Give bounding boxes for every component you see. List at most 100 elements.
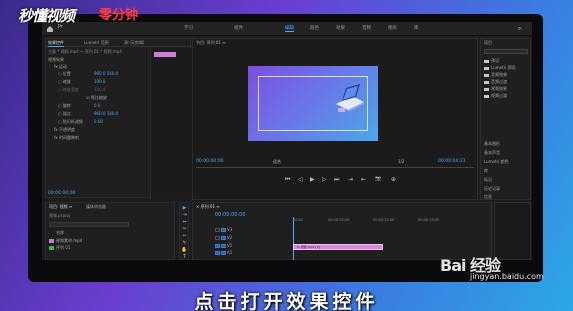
effect-row-opacity[interactable]: fx 不透明度 — [54, 127, 75, 133]
resolution-select[interactable]: 1/2 — [398, 159, 404, 164]
workspace-tab[interactable]: 学习 — [184, 25, 193, 31]
workspace-tab[interactable]: 效果 — [336, 25, 345, 31]
effects-panel-title[interactable]: 项目 — [484, 40, 492, 46]
step-back-icon[interactable]: ◁ — [298, 176, 303, 183]
effect-row-antiflicker[interactable]: ○ 防闪烁滤镜 — [58, 119, 83, 125]
program-ruler[interactable] — [196, 167, 474, 171]
ripple-edit-tool-icon[interactable]: ⇔ — [181, 219, 188, 226]
effects-folder[interactable]: 音频过渡 — [484, 79, 507, 85]
folder-icon — [484, 94, 489, 98]
project-path: 视频.prproj — [49, 213, 71, 218]
effects-search-input[interactable] — [484, 49, 528, 54]
effects-folder[interactable]: 预设 — [484, 58, 499, 64]
anchor-value[interactable]: 960.0 540.0 — [94, 111, 118, 116]
effect-row-scale[interactable]: ○ 缩放 — [58, 79, 71, 85]
effects-folder[interactable]: 音频效果 — [484, 72, 507, 78]
effects-folder[interactable]: 视频过渡 — [484, 93, 507, 99]
add-button-icon[interactable]: ⊕ — [391, 176, 396, 183]
tab-media-browser[interactable]: 媒体浏览器 — [86, 204, 106, 210]
panel-link[interactable]: Lumetri 颜色 — [484, 159, 509, 165]
antiflicker-value[interactable]: 0.00 — [94, 119, 103, 124]
workspace-tab[interactable]: 图形 — [388, 25, 397, 31]
source-patch-icon[interactable] — [215, 244, 220, 248]
fit-select[interactable]: 适合 — [273, 159, 281, 165]
selection-tool-icon[interactable]: ▶ — [181, 205, 188, 212]
timeline-timecode[interactable]: 00:00:00:00 — [215, 212, 246, 218]
panel-link[interactable]: 基本声音 — [484, 150, 500, 156]
program-title[interactable]: 节目: 序列 01 ≡ — [196, 40, 226, 46]
panel-link[interactable]: 信息 — [484, 194, 492, 200]
pen-tool-icon[interactable]: ✎ — [181, 240, 188, 247]
brand-watermark: 秒懂视频 — [18, 7, 75, 25]
effects-folder[interactable]: Lumetri 预设 — [484, 65, 516, 71]
razor-tool-icon[interactable]: ✂ — [181, 226, 188, 233]
tab-lumetri-scopes[interactable]: Lumetri 范围 — [84, 40, 109, 46]
tab-project[interactable]: 项目: 视频 ≡ — [49, 204, 72, 210]
time-tick: 00:00:10:00 — [373, 218, 395, 222]
scale-value[interactable]: 100.0 — [94, 79, 105, 84]
playhead[interactable] — [293, 217, 294, 260]
go-to-in-icon[interactable]: ⏮ — [285, 176, 290, 184]
project-search-input[interactable] — [49, 222, 129, 227]
track-header-a1[interactable]: A1 — [215, 250, 232, 255]
column-name-header[interactable]: 名称 — [56, 230, 64, 236]
folder-icon — [484, 80, 489, 84]
sync-icon[interactable] — [221, 244, 226, 248]
video-thumb-icon — [49, 239, 54, 243]
camera-icon[interactable]: 📷 — [375, 176, 381, 182]
effect-row-uniform-scale[interactable]: ☑ 等比缩放 — [86, 95, 107, 101]
scale-width-value[interactable]: 100.0 — [94, 87, 105, 92]
panel-link[interactable]: 库 — [484, 168, 488, 174]
type-tool-icon[interactable]: T — [181, 254, 188, 260]
effect-row-rotation[interactable]: ○ 旋转 — [58, 103, 71, 109]
effect-controls-timecode[interactable]: 00:00:00:00 — [48, 191, 75, 196]
source-patch-icon[interactable] — [215, 251, 220, 255]
tab-effect-controls[interactable]: 效果控件 — [48, 40, 64, 47]
workspace-tab[interactable]: 组件 — [234, 25, 243, 31]
go-to-out-icon[interactable]: ⏭ — [334, 176, 339, 184]
lock-icon[interactable] — [215, 228, 220, 232]
track-header-v2[interactable]: V2 — [215, 235, 232, 240]
hand-tool-icon[interactable]: ✋ — [181, 247, 188, 254]
lock-icon[interactable] — [215, 236, 220, 240]
workspace-tab[interactable]: 颜色 — [310, 25, 319, 31]
effect-row-position[interactable]: ○ 位置 — [58, 71, 71, 77]
panel-link[interactable]: 基本图形 — [484, 141, 500, 147]
track-header-v3[interactable]: V3 — [215, 227, 232, 232]
sync-icon[interactable] — [221, 251, 226, 255]
panel-link[interactable]: 标记 — [484, 177, 492, 183]
effects-folder[interactable]: 视频效果 — [484, 86, 507, 92]
project-item[interactable]: 视频素材.mp4 — [49, 238, 82, 244]
project-item[interactable]: 序列 01 — [49, 245, 70, 251]
effect-controls-tabs: 效果控件 Lumetri 范围 源:(无剪辑) — [46, 39, 192, 47]
track-header-v1[interactable]: V1 — [215, 243, 232, 248]
effect-row-anchor[interactable]: ○ 锚点 — [58, 111, 71, 117]
workspace-tab[interactable]: 库 — [414, 25, 419, 31]
home-icon[interactable] — [46, 25, 54, 33]
sync-icon[interactable] — [221, 228, 226, 232]
brand-watermark-red: 零分钟 — [99, 8, 139, 23]
tab-source[interactable]: 源:(无剪辑) — [124, 40, 144, 46]
timeline-title[interactable]: × 序列 01 ≡ — [196, 204, 220, 210]
panel-link[interactable]: 历史记录 — [484, 186, 500, 192]
lift-icon[interactable]: ⇥ — [348, 176, 353, 183]
slip-tool-icon[interactable]: ⇿ — [181, 233, 188, 240]
workspace-tab[interactable]: 音频 — [362, 25, 371, 31]
effect-row-time-remap[interactable]: fx 时间重映射 — [54, 135, 79, 141]
sync-icon[interactable] — [221, 236, 226, 240]
program-timecode-right: 00:00:04:23 — [438, 159, 466, 164]
search-icon[interactable]: ⌕ — [518, 25, 521, 33]
effect-row-scale-width[interactable]: ○ 缩放宽度 — [58, 87, 79, 93]
workspace-tab-active[interactable]: 编辑 — [285, 25, 294, 32]
extract-icon[interactable]: ⇤ — [361, 176, 366, 183]
tools-panel: ▶ ⇥ ⇔ ✂ ⇿ ✎ ✋ T — [179, 202, 189, 260]
track-select-tool-icon[interactable]: ⇥ — [181, 212, 188, 219]
step-forward-icon[interactable]: ▷ — [322, 176, 327, 183]
play-icon[interactable]: ▶ — [310, 176, 315, 183]
premiere-window: Pr 学习 组件 编辑 颜色 效果 音频 图形 库 ⌕ 效果控件 Lumetri… — [42, 22, 532, 260]
timeline-clip[interactable]: fx 视频.mp4 [V] — [293, 244, 383, 250]
effect-row-motion[interactable]: fx 运动 — [54, 64, 67, 70]
position-value[interactable]: 960.0 540.0 — [94, 71, 118, 76]
program-timecode-left[interactable]: 00:00:00:00 — [196, 159, 223, 164]
rotation-value[interactable]: 0.0 — [94, 103, 100, 108]
